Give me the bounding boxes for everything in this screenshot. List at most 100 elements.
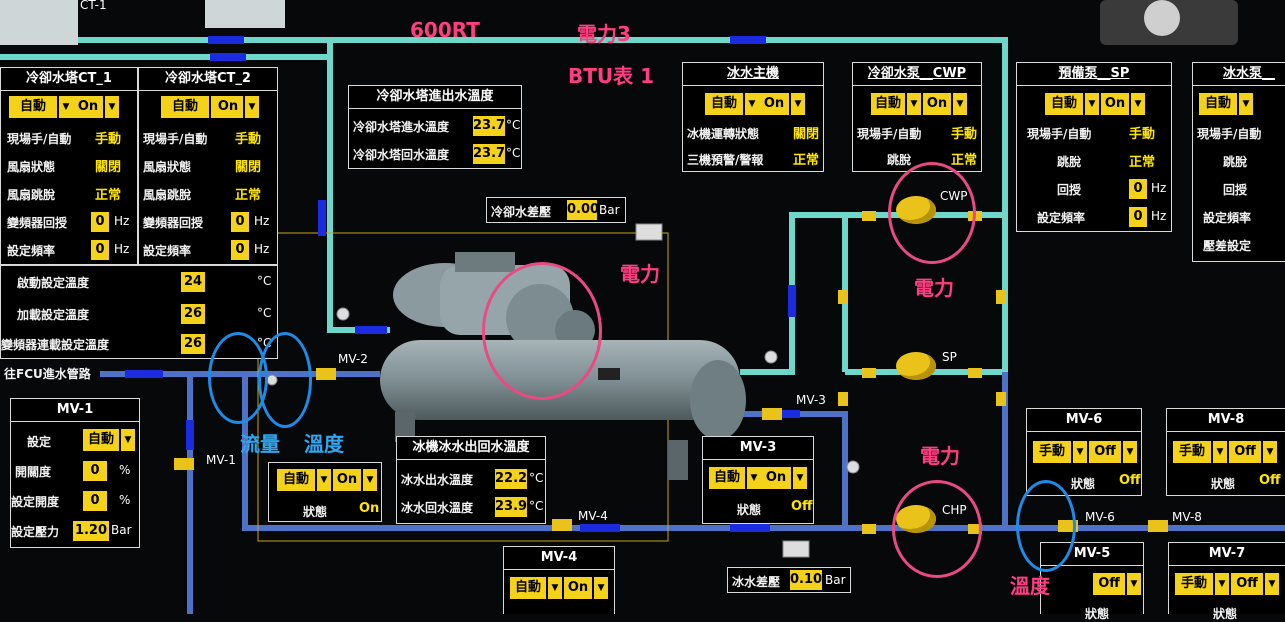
sp-set-frequency[interactable]: 0 xyxy=(1129,207,1147,227)
chevron-down-icon: ▼ xyxy=(121,429,135,451)
cwp-panel: 冷卻水泵__CWP 自動 ▼ On ▼ 現場手/自動 手動 跳脫 正常 xyxy=(852,62,982,172)
chevron-down-icon: ▼ xyxy=(317,469,331,491)
mv6-pipe-label: MV-6 xyxy=(1085,510,1115,524)
mv2-status: On xyxy=(359,501,380,516)
chevron-down-icon: ▼ xyxy=(105,96,119,118)
mv7-panel: MV-7 手動 ▼ Off ▼ 狀態 xyxy=(1168,542,1285,621)
ct1-vfd-feedback: 0 xyxy=(91,212,109,232)
chiller-alarm-status: 正常 xyxy=(793,153,820,168)
chevron-down-icon: ▼ xyxy=(1127,573,1141,595)
mv3-pipe-label: MV-3 xyxy=(796,393,826,407)
ct2-fan-status: 關閉 xyxy=(235,160,262,175)
cwp-power-circle xyxy=(888,162,976,264)
ct1-title: 冷卻水塔CT_1 xyxy=(1,68,137,91)
fcu-supply-label: 往FCU進水管路 xyxy=(4,367,91,381)
cooling-tower-temp-panel: 冷卻水塔進出水溫度 冷卻水塔進水溫度 23.7 °C 冷卻水塔回水溫度 23.7… xyxy=(348,85,522,169)
ct2-trip-status: 正常 xyxy=(235,188,262,203)
mv8-panel: MV-8 手動 ▼ Off ▼ 狀態 Off xyxy=(1166,408,1285,496)
flow-annotation: 流量 xyxy=(240,432,280,456)
cwp-trip-status: 正常 xyxy=(951,153,978,168)
mv4-panel: MV-4 自動 ▼ On ▼ xyxy=(503,546,615,614)
chiller-power-circle xyxy=(482,262,602,400)
ct-return-temp: 23.7 xyxy=(473,144,505,164)
temp-right-annotation: 溫度 xyxy=(1010,574,1050,598)
chevron-down-icon: ▼ xyxy=(907,93,921,115)
mv1-panel: MV-1 設定 自動 ▼ 開關度 0 % 設定開度 0 % 設定壓力 1.20 B… xyxy=(10,398,140,548)
chilled-supply-temp: 22.2 xyxy=(495,469,527,489)
chevron-down-icon: ▼ xyxy=(1131,93,1145,115)
ct2-vfd-feedback: 0 xyxy=(231,212,249,232)
chevron-down-icon: ▼ xyxy=(793,467,807,489)
chevron-down-icon: ▼ xyxy=(1263,441,1277,463)
mv1-set-pressure[interactable]: 1.20 xyxy=(73,521,109,541)
chp-panel: 冰水泵__ 自動 ▼ 現場手/自動 跳脫 回授 設定頻率 壓差設定 xyxy=(1192,62,1285,262)
ct2-set-frequency: 0 xyxy=(231,240,249,260)
chevron-down-icon: ▼ xyxy=(59,96,73,118)
sp-trip-status: 正常 xyxy=(1129,155,1156,170)
chilled-return-temp: 23.9 xyxy=(495,497,527,517)
start-temp-setpoint[interactable]: 24 xyxy=(181,272,205,292)
chiller-run-status: 關閉 xyxy=(793,127,820,142)
rt-annotation: 600RT xyxy=(410,18,480,42)
chevron-down-icon: ▼ xyxy=(1215,573,1229,595)
temp-circle-right xyxy=(1016,480,1076,572)
temp-left-annotation: 溫度 xyxy=(304,432,344,456)
ct1-trip-status: 正常 xyxy=(95,188,122,203)
chevron-down-icon: ▼ xyxy=(953,93,967,115)
chevron-down-icon: ▼ xyxy=(1265,573,1279,595)
chevron-down-icon: ▼ xyxy=(791,93,805,115)
mv3-status: Off xyxy=(791,499,813,514)
chevron-down-icon: ▼ xyxy=(363,469,377,491)
cooling-dp-value: 0.00 xyxy=(567,200,599,220)
chilled-dp-panel: 冰水差壓 0.10 Bar xyxy=(727,567,851,593)
mv1-pipe-label: MV-1 xyxy=(206,453,236,467)
mv2-pipe-label: MV-2 xyxy=(338,352,368,366)
ct1-fan-status: 關閉 xyxy=(95,160,122,175)
chilled-temp-panel: 冰機冰水出回水溫度 冰水出水溫度 22.2 °C 冰水回水溫度 23.9 °C xyxy=(396,436,546,524)
ct2-panel: 冷卻水塔CT_2 自動▼ On▼ 現場手/自動 手動 風扇狀態 關閉 風扇跳脫 … xyxy=(138,67,278,265)
chevron-down-icon: ▼ xyxy=(1123,441,1137,463)
mv1-opening: 0 xyxy=(83,461,107,481)
ct1-panel: 冷卻水塔CT_1 自動 ▼ On ▼ 現場手/自動 手動 風扇狀態 關閉 風扇跳脫 … xyxy=(0,67,138,265)
mv8-pipe-label: MV-8 xyxy=(1172,510,1202,524)
chiller-power-annotation: 電力 xyxy=(620,262,660,286)
ct1-manual-status: 手動 xyxy=(95,132,122,147)
mv8-status: Off xyxy=(1259,473,1281,488)
ct1-top-label: CT-1 xyxy=(80,0,107,12)
load-temp-setpoint[interactable]: 26 xyxy=(181,304,205,324)
meter-icon xyxy=(635,223,663,241)
chevron-down-icon: ▼ xyxy=(1085,93,1099,115)
vfd-link-temp-setpoint[interactable]: 26 xyxy=(181,334,205,354)
btu-annotation: BTU表 1 xyxy=(568,64,655,88)
chevron-down-icon: ▼ xyxy=(745,93,759,115)
mv6-status: Off xyxy=(1119,473,1141,488)
chevron-down-icon: ▼ xyxy=(245,96,259,118)
sp-panel: 預備泵__SP 自動 ▼ On ▼ 現場手/自動 手動 跳脫 正常 回授 0 Hz … xyxy=(1016,62,1172,232)
mv3-panel: MV-3 自動 ▼ On ▼ 狀態 Off xyxy=(702,436,814,524)
chevron-down-icon: ▼ xyxy=(1073,441,1087,463)
chp-power-circle xyxy=(892,480,982,578)
chevron-down-icon: ▼ xyxy=(594,577,608,599)
power3-annotation: 電力3 xyxy=(577,22,631,46)
chevron-down-icon: ▼ xyxy=(747,467,761,489)
cwp-manual-status: 手動 xyxy=(951,127,978,142)
chiller-main-panel: 冰水主機 自動 ▼ On ▼ 冰機運轉狀態 關閉 三機預警/警報 正常 xyxy=(682,62,824,172)
ct1-set-frequency: 0 xyxy=(91,240,109,260)
chevron-down-icon: ▼ xyxy=(548,577,562,599)
temp-circle-left xyxy=(258,332,312,428)
sp-feedback: 0 xyxy=(1129,179,1147,199)
chevron-down-icon: ▼ xyxy=(1213,441,1227,463)
mv2-panel: 自動 ▼ On ▼ 狀態 On xyxy=(268,462,382,522)
mv4-pipe-label: MV-4 xyxy=(578,509,608,523)
sp-manual-status: 手動 xyxy=(1129,127,1156,142)
chilled-dp-value: 0.10 xyxy=(790,570,822,590)
cooling-dp-panel: 冷卻水差壓 0.00 Bar xyxy=(486,197,626,223)
sp-pump-icon[interactable] xyxy=(896,352,936,380)
mv1-set-opening[interactable]: 0 xyxy=(83,491,107,511)
ct2-manual-status: 手動 xyxy=(235,132,262,147)
chevron-down-icon: ▼ xyxy=(1239,93,1253,115)
ct2-title: 冷卻水塔CT_2 xyxy=(139,68,277,91)
chp-power-annotation: 電力 xyxy=(920,444,960,468)
sp-pipe-label: SP xyxy=(942,350,957,364)
cwp-power-annotation: 電力 xyxy=(914,276,954,300)
